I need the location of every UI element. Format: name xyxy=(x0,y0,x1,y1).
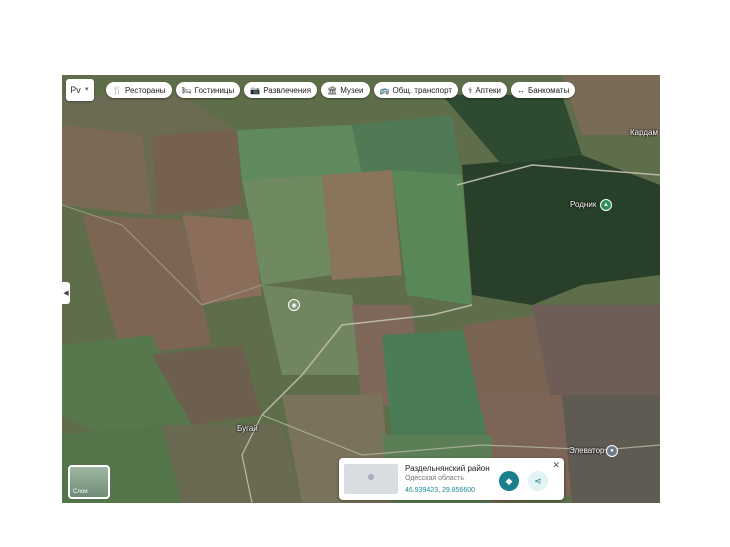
close-card-button[interactable]: ✕ xyxy=(552,460,560,471)
category-label: Банкоматы xyxy=(528,85,570,95)
hotel-icon: 🛏 xyxy=(181,85,192,95)
place-label-rodnik[interactable]: Родник xyxy=(570,200,596,209)
place-label-kardam[interactable]: Кардам xyxy=(630,128,658,137)
category-pharmacies[interactable]: ⚕ Аптеки xyxy=(462,82,507,98)
language-label: Рv xyxy=(70,85,81,95)
place-title: Раздельнянский район xyxy=(405,464,490,473)
place-label-elevator[interactable]: Элеватор xyxy=(569,446,605,455)
pharmacy-icon: ⚕ xyxy=(468,85,473,95)
elevator-poi-icon[interactable]: ● xyxy=(606,445,618,457)
category-entertainment[interactable]: 📷 Развлечения xyxy=(244,82,318,98)
directions-button[interactable]: ◆ xyxy=(499,471,519,491)
category-atms[interactable]: ↔ Банкоматы xyxy=(511,82,576,98)
category-toolbar: Рv ▼ 🍴 Рестораны 🛏 Гостиницы 📷 Развлечения 🏛… xyxy=(62,75,660,105)
category-label: Общ. транспорт xyxy=(392,85,452,95)
collapse-panel-button[interactable]: ◀ xyxy=(62,282,70,304)
camera-icon: 📷 xyxy=(250,85,261,95)
language-button[interactable]: Рv ▼ xyxy=(66,79,94,101)
category-hotels[interactable]: 🛏 Гостиницы xyxy=(175,82,241,98)
poi-marker-icon[interactable]: ◉ xyxy=(288,299,300,311)
category-label: Рестораны xyxy=(124,85,166,95)
close-icon: ✕ xyxy=(552,460,560,470)
category-restaurants[interactable]: 🍴 Рестораны xyxy=(106,82,172,98)
layers-button[interactable]: Слои xyxy=(68,465,110,499)
place-thumbnail[interactable] xyxy=(344,464,398,494)
atm-icon: ↔ xyxy=(517,85,525,95)
satellite-imagery xyxy=(62,75,660,503)
directions-icon: ◆ xyxy=(505,475,513,486)
place-label-bugai[interactable]: Бугай xyxy=(237,424,258,433)
share-icon: ⋖ xyxy=(534,475,542,486)
place-subtitle: Одесская область xyxy=(405,475,465,482)
category-label: Развлечения xyxy=(263,85,312,95)
layers-label: Слои xyxy=(73,489,88,495)
spring-poi-icon[interactable]: ▲ xyxy=(600,199,612,211)
category-label: Аптеки xyxy=(475,85,501,95)
category-transport[interactable]: 🚌 Общ. транспорт xyxy=(373,82,458,98)
bus-icon: 🚌 xyxy=(379,85,390,95)
caret-down-icon: ▼ xyxy=(83,87,90,93)
location-pin-icon xyxy=(368,474,374,480)
place-info-card[interactable]: Раздельнянский район Одесская область 46… xyxy=(339,458,564,500)
category-museums[interactable]: 🏛 Музеи xyxy=(321,82,370,98)
museum-icon: 🏛 xyxy=(327,85,338,95)
place-coordinates[interactable]: 46.939423, 29.856600 xyxy=(405,487,475,494)
chevron-left-icon: ◀ xyxy=(63,290,69,297)
share-button[interactable]: ⋖ xyxy=(528,471,548,491)
restaurant-icon: 🍴 xyxy=(112,85,122,95)
map-view[interactable]: Рv ▼ 🍴 Рестораны 🛏 Гостиницы 📷 Развлечения 🏛… xyxy=(62,75,660,503)
category-label: Музеи xyxy=(340,85,364,95)
category-label: Гостиницы xyxy=(194,85,235,95)
